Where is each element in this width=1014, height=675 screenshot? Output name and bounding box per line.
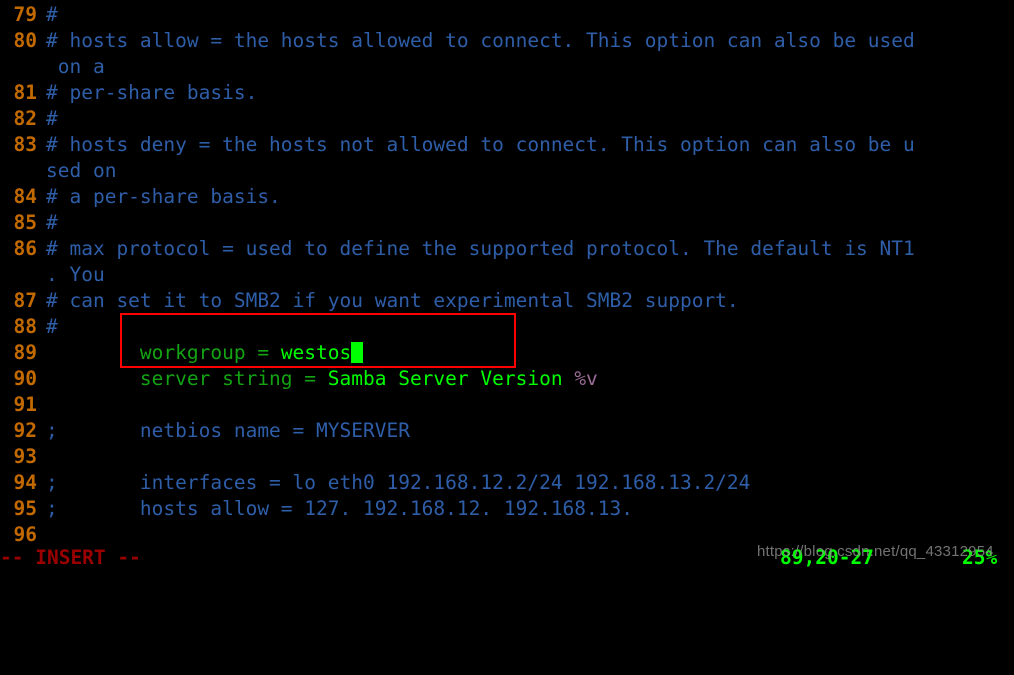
code-token: ; netbios name = MYSERVER: [46, 419, 410, 442]
code-token: %v: [574, 367, 598, 390]
code-line-text: on a: [46, 54, 105, 80]
code-line-text: # max protocol = used to define the supp…: [46, 236, 915, 262]
code-token: # can set it to SMB2 if you want experim…: [46, 289, 739, 312]
line-number: 83: [13, 133, 37, 156]
code-token: ; interfaces = lo eth0 192.168.12.2/24 1…: [46, 471, 751, 494]
code-line-text: workgroup = westos: [46, 340, 364, 366]
code-token: # hosts deny = the hosts not allowed to …: [46, 133, 915, 156]
code-line[interactable]: 86 # max protocol = used to define the su…: [0, 236, 1014, 262]
code-line[interactable]: 95 ; hosts allow = 127. 192.168.12. 192.1…: [0, 496, 1014, 522]
code-line-text: sed on: [46, 158, 116, 184]
code-line-text: ; hosts allow = 127. 192.168.12. 192.168…: [46, 496, 633, 522]
code-line-text: #: [46, 106, 58, 132]
text-cursor: [351, 342, 364, 363]
code-line-text: . You: [46, 262, 105, 288]
code-line-text: # a per-share basis.: [46, 184, 281, 210]
code-line[interactable]: sed on: [0, 158, 1014, 184]
line-number: 81: [13, 81, 37, 104]
line-number: 84: [13, 185, 37, 208]
code-token: sed on: [46, 159, 117, 182]
vim-buffer[interactable]: 79 #80 # hosts allow = the hosts allowed t…: [0, 2, 1014, 546]
code-line-text: #: [46, 2, 58, 28]
code-line[interactable]: 94 ; interfaces = lo eth0 192.168.12.2/24…: [0, 470, 1014, 496]
code-token: server string: [46, 367, 305, 390]
code-line-text: server string = Samba Server Version %v: [46, 366, 598, 392]
code-line[interactable]: 93: [0, 444, 1014, 470]
line-number: 91: [13, 393, 37, 416]
line-number: 80: [13, 29, 37, 52]
line-number: 95: [13, 497, 37, 520]
watermark-text: https://blog.csdn.net/qq_43312954: [757, 543, 994, 560]
code-token: ; hosts allow = 127. 192.168.12. 192.168…: [46, 497, 633, 520]
line-number: 94: [13, 471, 37, 494]
code-token: # per-share basis.: [46, 81, 258, 104]
code-line[interactable]: . You: [0, 262, 1014, 288]
code-line[interactable]: 91: [0, 392, 1014, 418]
code-line[interactable]: 84 # a per-share basis.: [0, 184, 1014, 210]
code-token: #: [46, 211, 58, 234]
code-token: Samba Server Version: [327, 367, 575, 390]
code-line[interactable]: 89 workgroup = westos: [0, 340, 1014, 366]
code-line[interactable]: 90 server string = Samba Server Version …: [0, 366, 1014, 392]
code-line[interactable]: 81 # per-share basis.: [0, 80, 1014, 106]
code-line[interactable]: 83 # hosts deny = the hosts not allowed t…: [0, 132, 1014, 158]
code-line[interactable]: 79 #: [0, 2, 1014, 28]
code-token: # hosts allow = the hosts allowed to con…: [46, 29, 915, 52]
code-line[interactable]: 82 #: [0, 106, 1014, 132]
line-number: 88: [13, 315, 37, 338]
line-number: 90: [13, 367, 37, 390]
line-number: 93: [13, 445, 37, 468]
terminal-window: 79 #80 # hosts allow = the hosts allowed t…: [0, 0, 1014, 571]
code-line-text: # per-share basis.: [46, 80, 257, 106]
code-token: #: [46, 315, 58, 338]
code-line[interactable]: 85 #: [0, 210, 1014, 236]
code-line[interactable]: 87 # can set it to SMB2 if you want exper…: [0, 288, 1014, 314]
code-line[interactable]: 88 #: [0, 314, 1014, 340]
line-number: 87: [13, 289, 37, 312]
code-token: #: [46, 107, 58, 130]
code-line[interactable]: 80 # hosts allow = the hosts allowed to c…: [0, 28, 1014, 54]
code-line[interactable]: 92 ; netbios name = MYSERVER: [0, 418, 1014, 444]
code-line-text: # hosts deny = the hosts not allowed to …: [46, 132, 915, 158]
code-line[interactable]: on a: [0, 54, 1014, 80]
code-token: # a per-share basis.: [46, 185, 281, 208]
line-number: 79: [13, 3, 37, 26]
code-token: westos: [280, 341, 352, 364]
code-token: . You: [46, 263, 105, 286]
code-token: workgroup: [46, 341, 258, 364]
line-number: 82: [13, 107, 37, 130]
line-number: 89: [13, 341, 37, 364]
code-token: # max protocol = used to define the supp…: [46, 237, 915, 260]
line-number: 85: [13, 211, 37, 234]
code-line-text: # hosts allow = the hosts allowed to con…: [46, 28, 915, 54]
code-line-text: ; netbios name = MYSERVER: [46, 418, 410, 444]
code-line-text: # can set it to SMB2 if you want experim…: [46, 288, 739, 314]
line-number: 92: [13, 419, 37, 442]
line-number: 86: [13, 237, 37, 260]
code-token: =: [257, 341, 281, 364]
code-token: on a: [46, 55, 105, 78]
code-line-text: #: [46, 314, 58, 340]
code-line-text: ; interfaces = lo eth0 192.168.12.2/24 1…: [46, 470, 750, 496]
code-token: =: [304, 367, 328, 390]
code-token: #: [46, 3, 58, 26]
vim-mode-indicator: -- INSERT --: [0, 546, 141, 569]
code-line-text: #: [46, 210, 58, 236]
